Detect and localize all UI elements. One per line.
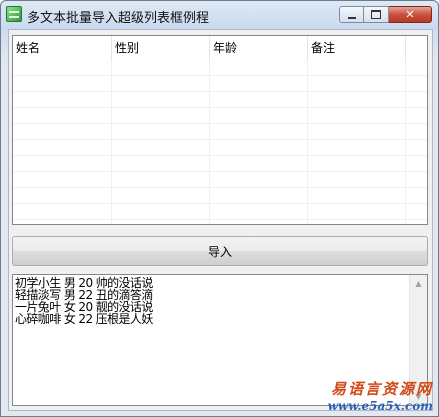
scroll-up-icon[interactable]: ▲	[410, 275, 427, 292]
list-row	[13, 108, 427, 124]
caption-buttons: ✕	[339, 6, 432, 24]
watermark-name: 易语言资源网	[330, 380, 433, 398]
main-window: 多文本批量导入超级列表框例程 ✕ 姓名 性别 年龄 备注 导入 初学小生 男 2…	[0, 0, 439, 417]
maximize-icon	[371, 10, 381, 19]
column-header-name[interactable]: 姓名	[13, 36, 112, 60]
list-row	[13, 188, 427, 204]
title-bar[interactable]: 多文本批量导入超级列表框例程 ✕	[1, 1, 438, 29]
close-button[interactable]: ✕	[389, 6, 432, 23]
edit-text: 初学小生 男 20 帅的没话说 轻描淡写 男 22 丑的滴答滴 一片兔叶 女 2…	[15, 277, 407, 325]
close-icon: ✕	[405, 8, 415, 21]
grid-line	[307, 60, 308, 224]
minimize-button[interactable]	[339, 6, 364, 23]
list-row	[13, 172, 427, 188]
grid-line	[209, 60, 210, 224]
watermark-url: www.e5a5x.com	[327, 399, 433, 413]
window-title: 多文本批量导入超级列表框例程	[27, 11, 210, 26]
maximize-button[interactable]	[364, 6, 389, 23]
import-button[interactable]: 导入	[12, 236, 428, 266]
list-row	[13, 76, 427, 92]
super-list-box[interactable]: 姓名 性别 年龄 备注	[12, 35, 428, 225]
list-row	[13, 140, 427, 156]
column-header-gender[interactable]: 性别	[112, 36, 210, 60]
grid-line	[405, 60, 406, 224]
edit-line: 心碎咖啡 女 22 压根是人妖	[15, 312, 153, 326]
list-header: 姓名 性别 年龄 备注	[13, 36, 406, 60]
list-row	[13, 156, 427, 172]
app-icon	[6, 6, 22, 22]
column-header-age[interactable]: 年龄	[210, 36, 308, 60]
list-row	[13, 124, 427, 140]
client-area: 姓名 性别 年龄 备注 导入 初学小生 男 20 帅的没话说 轻描淡写 男 22…	[8, 29, 433, 411]
list-row	[13, 92, 427, 108]
list-body[interactable]	[13, 60, 427, 224]
minimize-icon	[347, 16, 356, 19]
import-button-label: 导入	[207, 244, 232, 259]
list-row	[13, 60, 427, 76]
watermark-logo: 易语言资源网 www.e5a5x.com	[328, 378, 433, 413]
list-row	[13, 204, 427, 220]
grid-line	[111, 60, 112, 224]
column-header-note[interactable]: 备注	[308, 36, 406, 60]
